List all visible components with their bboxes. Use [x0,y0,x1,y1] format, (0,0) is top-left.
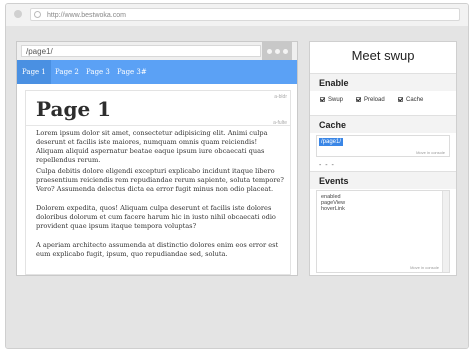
paragraph: Culpa debitis dolore eligendi excepturi … [36,167,284,193]
option-cache[interactable]: Cache [398,95,423,105]
paragraph: Lorem ipsum dolor sit amet, consectetur … [36,129,268,164]
checkbox-checked-icon[interactable] [356,97,361,102]
events-section-title: Events [310,171,456,189]
checkbox-checked-icon[interactable] [320,97,325,102]
checkbox-checked-icon[interactable] [398,97,403,102]
page-nav: Page 1 Page 2 Page 3 Page 3# [17,60,297,84]
browser-address-bar[interactable]: http://www.bestwoka.com [30,8,460,21]
page-content: a-bldr Page 1 a-fulte Lorem ipsum dolor … [25,90,291,275]
cache-hint: Move in console [416,150,445,155]
panel-title: Meet swup [351,48,415,63]
events-log[interactable]: enabled pageView hoverLink Move in conso… [316,190,450,273]
separator-text: - - - [319,162,335,169]
demo-toolbar: /page1/ [17,42,297,61]
window-dot [283,49,288,54]
demo-area: /page1/ Page 1 Page 2 Page 3 Page 3# a-b… [6,26,468,348]
element-tag: a-fulte [273,120,287,126]
option-label: Preload [364,97,385,103]
nav-link-page-3[interactable]: Page 3 [81,60,115,84]
browser-toolbar: http://www.bestwoka.com [6,4,468,27]
option-label: Swup [328,97,344,103]
window-dot [14,10,22,18]
paragraph: Dolorem expedita, quos! Aliquam culpa de… [36,204,276,230]
window-dot [267,49,272,54]
nav-link-page-2[interactable]: Page 2 [50,60,84,84]
window-dot [275,49,280,54]
nav-link-page-3-hash[interactable]: Page 3# [112,60,152,84]
divider [26,125,290,126]
browser-url: http://www.bestwoka.com [47,12,126,19]
demo-url-field[interactable]: /page1/ [21,45,261,57]
demo-page-window: /page1/ Page 1 Page 2 Page 3 Page 3# a-b… [16,41,298,276]
paragraph: A aperiam architecto assumenda at distin… [36,241,279,258]
page-title: Page 1 [36,97,112,121]
element-tag: a-bldr [274,94,287,100]
window-controls [262,42,292,60]
option-swup[interactable]: Swup [320,95,343,105]
cache-entry[interactable]: /page1/ [319,138,344,146]
event-item: hoverLink [321,206,345,212]
option-preload[interactable]: Preload [356,95,385,105]
browser-window: http://www.bestwoka.com /page1/ Page 1 P… [5,3,469,349]
cache-list[interactable]: /page1/ Move in console [316,135,450,157]
events-scrollbar[interactable] [442,191,449,272]
events-hint: Move in console [410,265,439,270]
cache-section-title: Cache [310,115,456,133]
nav-link-page-1[interactable]: Page 1 [17,60,51,84]
swup-panel: Meet swup Enable Swup Preload Cache Cach… [309,41,457,276]
option-label: Cache [406,97,424,103]
enable-section-title: Enable [310,73,456,91]
globe-icon [34,11,41,18]
